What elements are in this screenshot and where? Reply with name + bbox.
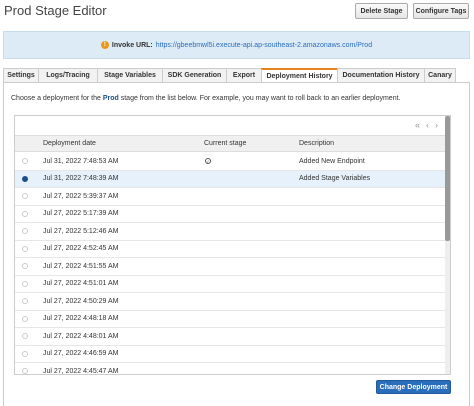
invoke-url-banner: ! Invoke URL: https://gbeebmwl5i.execute… [3,31,470,59]
tab-canary[interactable]: Canary [424,68,456,83]
deployment-date: Jul 27, 2022 5:17:39 AM [43,210,119,218]
table-row[interactable]: Jul 27, 2022 5:39:37 AM [15,188,447,206]
row-radio[interactable] [22,333,28,340]
row-radio[interactable] [22,350,28,357]
stage-tabs: Settings Logs/Tracing Stage Variables SD… [3,68,474,83]
header-current-stage: Current stage [204,140,247,147]
first-page-icon[interactable]: « [415,120,420,130]
tab-documentation-history[interactable]: Documentation History [337,68,425,83]
table-row[interactable]: Jul 27, 2022 4:52:45 AM [15,241,447,258]
deployment-date: Jul 31, 2022 7:48:39 AM [43,175,119,183]
description-stage: Prod [102,95,119,102]
table-body: Jul 31, 2022 7:48:53 AM ✓ Added New Endpoi… [15,153,447,375]
row-radio[interactable] [22,368,28,374]
vertical-scrollbar[interactable] [445,116,450,374]
page-title: Prod Stage Editor [4,3,107,18]
tab-export[interactable]: Export [226,68,262,83]
deployment-description: Choose a deployment for the Prod stage f… [11,95,401,102]
tab-sdk-generation[interactable]: SDK Generation [162,68,227,83]
delete-stage-button[interactable]: Delete Stage [355,3,408,19]
deployment-date: Jul 27, 2022 4:51:01 AM [43,280,119,288]
configure-tags-button[interactable]: Configure Tags [413,3,469,19]
deployment-description: Added New Endpoint [299,157,365,165]
deployment-date: Jul 27, 2022 4:52:45 AM [43,245,119,253]
description-prefix: Choose a deployment for the [11,95,103,102]
header-description: Description [299,140,335,147]
row-radio[interactable] [22,280,28,287]
table-row[interactable]: Jul 27, 2022 5:12:46 AM [15,223,447,241]
tab-settings[interactable]: Settings [3,68,39,83]
warning-icon: ! [100,41,109,49]
pager: « ‹ › [415,120,438,130]
header-deployment-date: Deployment date [43,140,96,147]
deployment-date: Jul 27, 2022 4:48:01 AM [43,332,119,340]
current-stage-icon: ✓ [205,158,211,165]
deployment-date: Jul 27, 2022 4:50:29 AM [43,297,119,305]
row-radio[interactable] [22,263,28,270]
deployment-date: Jul 27, 2022 4:48:18 AM [43,315,119,323]
next-page-icon[interactable]: › [435,120,438,130]
table-row[interactable]: Jul 27, 2022 4:51:55 AM [15,258,447,276]
table-row[interactable]: Jul 31, 2022 7:48:53 AM ✓ Added New Endpoi… [15,153,447,171]
deployment-date: Jul 31, 2022 7:48:53 AM [43,157,119,165]
deployment-date: Jul 27, 2022 4:45:47 AM [43,367,119,375]
table-row[interactable]: Jul 27, 2022 4:46:59 AM [15,346,447,363]
row-radio[interactable] [22,158,28,165]
row-radio[interactable] [22,298,28,305]
table-row[interactable]: Jul 27, 2022 4:50:29 AM [15,293,447,311]
row-radio[interactable] [22,315,28,322]
table-row[interactable]: Jul 27, 2022 4:45:47 AM [15,363,447,375]
invoke-url-link[interactable]: https://gbeebmwl5i.execute-api.ap-southe… [156,42,372,49]
deployment-table: « ‹ › Deployment date Current stage Desc… [14,115,451,375]
tab-deployment-history[interactable]: Deployment History [261,68,338,83]
description-suffix: stage from the list below. For example, … [118,95,401,102]
tab-logs-tracing[interactable]: Logs/Tracing [38,68,98,83]
scrollbar-thumb[interactable] [445,116,450,241]
deployment-date: Jul 27, 2022 4:46:59 AM [43,350,119,358]
row-radio[interactable] [22,175,28,182]
table-row[interactable]: Jul 27, 2022 4:48:01 AM [15,328,447,346]
invoke-url-label: Invoke URL: [111,41,153,49]
change-deployment-button[interactable]: Change Deployment [376,380,451,394]
row-radio[interactable] [22,228,28,235]
deployment-description: Added Stage Variables [299,175,371,183]
table-row[interactable]: Jul 31, 2022 7:48:39 AM Added Stage Varia… [15,170,447,188]
deployment-date: Jul 27, 2022 5:12:46 AM [43,227,119,235]
tab-stage-variables[interactable]: Stage Variables [97,68,163,83]
deployment-date: Jul 27, 2022 5:39:37 AM [43,192,119,200]
table-row[interactable]: Jul 27, 2022 4:48:18 AM [15,311,447,328]
table-row[interactable]: Jul 27, 2022 4:51:01 AM [15,276,447,293]
table-header: Deployment date Current stage Descriptio… [15,135,447,152]
row-radio[interactable] [22,245,28,252]
deployment-date: Jul 27, 2022 4:51:55 AM [43,262,119,270]
row-radio[interactable] [22,193,28,200]
table-row[interactable]: Jul 27, 2022 5:17:39 AM [15,206,447,223]
prev-page-icon[interactable]: ‹ [426,120,429,130]
row-radio[interactable] [22,210,28,217]
